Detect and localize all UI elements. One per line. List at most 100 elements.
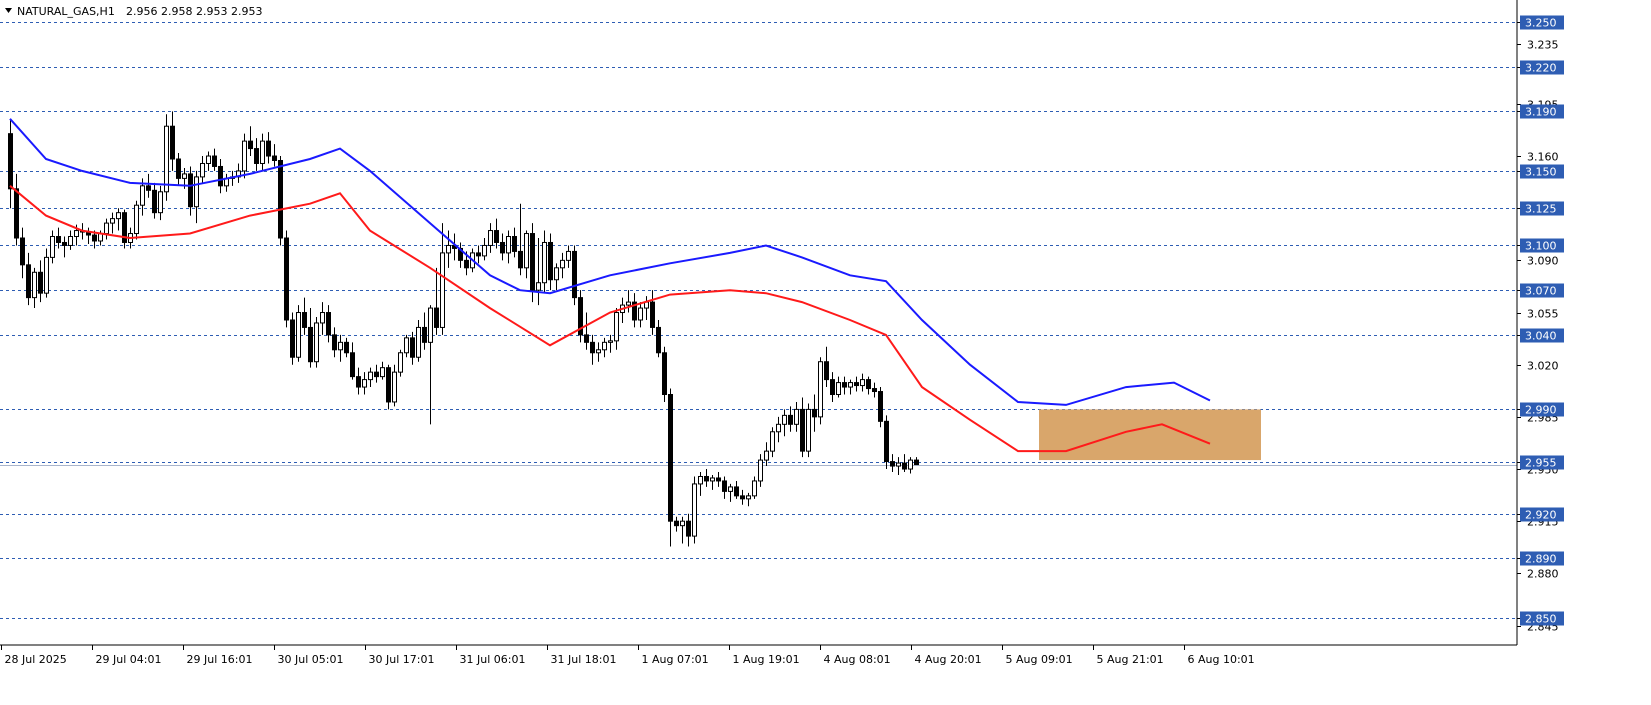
candle <box>644 296 649 320</box>
candle-body-bull <box>524 233 529 269</box>
candle-body-bull <box>782 414 787 425</box>
candle-body-bull <box>614 312 619 342</box>
candle <box>38 260 43 303</box>
price-tick-label: 3.020 <box>1527 360 1559 373</box>
candle <box>266 132 271 164</box>
candle-body-bear <box>8 133 13 190</box>
plot-frame <box>0 0 1517 705</box>
candle-body-bear <box>722 480 727 492</box>
level-lines <box>0 22 1517 619</box>
candle <box>122 209 127 249</box>
candle-body-bear <box>170 125 175 160</box>
candle <box>194 170 199 224</box>
level-label: 2.990 <box>1525 404 1557 417</box>
candle-body-bull <box>416 326 421 358</box>
candle-body-bull <box>380 367 385 378</box>
candle <box>164 114 169 201</box>
candle-body-bear <box>902 462 907 470</box>
candle-body-bull <box>200 162 205 178</box>
candle-body-bull <box>710 477 715 482</box>
level-label: 2.955 <box>1525 457 1557 470</box>
candle-body-bear <box>494 230 499 243</box>
candle-body-bull <box>764 450 769 461</box>
candle <box>596 342 601 362</box>
symbol-label: NATURAL_GAS,H1 <box>17 5 115 18</box>
candle <box>872 382 877 398</box>
candle <box>308 308 313 368</box>
price-tick-label: 3.090 <box>1527 255 1559 268</box>
level-label: 3.100 <box>1525 240 1557 253</box>
candle-body-bear <box>704 475 709 482</box>
candle-body-bear <box>716 477 721 482</box>
candle <box>668 388 673 547</box>
candle-body-bull <box>116 212 121 220</box>
level-label: 2.920 <box>1525 509 1557 522</box>
candle <box>566 245 571 268</box>
candle <box>320 302 325 335</box>
candle <box>260 133 265 171</box>
candle-body-bull <box>68 236 73 246</box>
candle <box>770 427 775 458</box>
candle-body-bear <box>254 148 259 164</box>
candle <box>620 297 625 323</box>
candle <box>338 334 343 362</box>
candle-body-bear <box>548 241 553 281</box>
candle <box>788 406 793 432</box>
candle <box>674 516 679 532</box>
candle <box>212 148 217 171</box>
candle <box>782 409 787 437</box>
dropdown-triangle-icon[interactable] <box>5 8 12 13</box>
candle-body-bear <box>302 312 307 328</box>
candle-body-bull <box>164 125 169 193</box>
candle <box>686 513 691 547</box>
candle-body-bull <box>296 312 301 358</box>
time-tick-label: 30 Jul 17:01 <box>369 653 435 666</box>
candle <box>362 372 367 395</box>
candle-body-bear <box>26 264 31 299</box>
time-tick-label: 28 Jul 2025 <box>5 653 67 666</box>
candle-body-bull <box>626 301 631 306</box>
level-label: 3.190 <box>1525 106 1557 119</box>
candle <box>848 379 853 395</box>
candle-body-bear <box>272 155 277 161</box>
candle-body-bull <box>242 140 247 172</box>
candle-body-bull <box>428 307 433 343</box>
candle <box>278 156 283 246</box>
candle <box>50 230 55 264</box>
candle <box>794 401 799 432</box>
candle-body-bear <box>350 352 355 378</box>
price-chart[interactable]: 3.2353.1953.1603.0903.0553.0202.9852.950… <box>0 0 1651 705</box>
candle <box>530 223 535 303</box>
candle <box>32 267 37 309</box>
candle-body-bear <box>146 185 151 191</box>
candle <box>584 312 589 350</box>
candle <box>272 144 277 167</box>
candle-body-bear <box>800 408 805 452</box>
candle-body-bear <box>176 158 181 179</box>
candle-body-bear <box>188 173 193 208</box>
candle <box>188 166 193 216</box>
candle-body-bear <box>434 307 439 328</box>
candle-body-bull <box>314 322 319 363</box>
candle <box>422 312 427 350</box>
candle <box>836 376 841 398</box>
candle <box>662 346 667 402</box>
candle-body-bear <box>866 379 871 390</box>
candle <box>896 457 901 475</box>
candle <box>224 173 229 192</box>
level-label: 3.040 <box>1525 330 1557 343</box>
candle-body-bull <box>488 230 493 246</box>
candle <box>380 361 385 380</box>
candle-body-bull <box>32 271 37 299</box>
candle-body-bear <box>500 241 505 254</box>
candle <box>482 238 487 261</box>
time-tick-label: 29 Jul 16:01 <box>187 653 253 666</box>
candle <box>158 185 163 221</box>
candle-body-bull <box>896 462 901 467</box>
time-tick-label: 1 Aug 07:01 <box>642 653 709 666</box>
candle <box>710 474 715 490</box>
candle <box>500 233 505 261</box>
level-label: 3.150 <box>1525 166 1557 179</box>
time-tick-label: 30 Jul 05:01 <box>278 653 344 666</box>
candle-body-bull <box>608 340 613 343</box>
